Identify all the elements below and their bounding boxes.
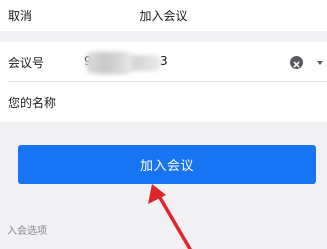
join-meeting-screen: 取消 加入会议 会议号 9 3 您的名称 加入会议 入会选项 xyxy=(0,0,327,249)
red-arrow-icon xyxy=(148,184,192,249)
